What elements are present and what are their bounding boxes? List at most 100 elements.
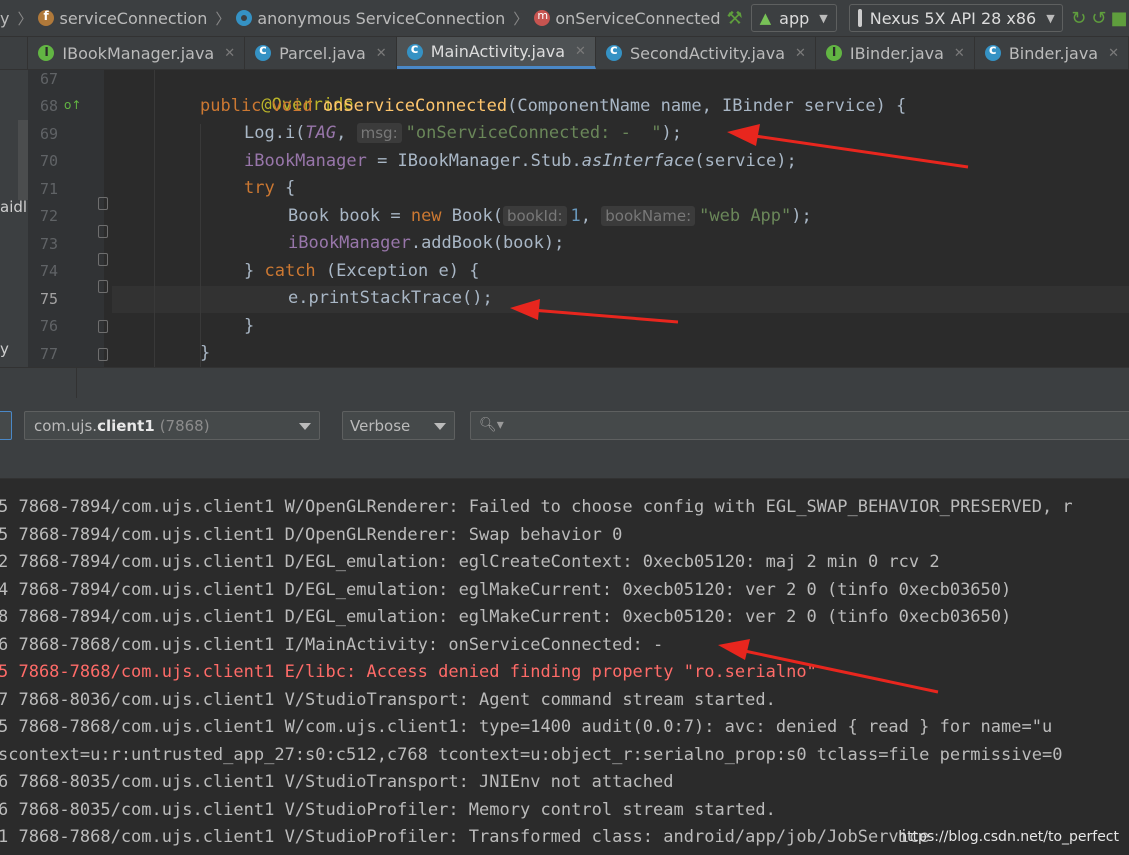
code-token: iBookManager bbox=[288, 233, 411, 253]
code-line-74: } catch (Exception e) { bbox=[244, 258, 479, 285]
code-token: "web App" bbox=[699, 206, 792, 226]
breadcrumb-label: serviceConnection bbox=[59, 8, 208, 28]
code-token: ); bbox=[791, 206, 812, 226]
process-pid: (7868) bbox=[159, 416, 210, 435]
apply-code-changes-icon[interactable]: ↺ bbox=[1089, 5, 1109, 31]
code-line-67: @Override bbox=[200, 65, 353, 115]
code-line-76: } bbox=[244, 313, 254, 340]
breadcrumb-item-method[interactable]: onServiceConnected bbox=[534, 8, 721, 28]
run-configuration-dropdown[interactable]: ▲ app ▼ bbox=[750, 4, 837, 32]
code-text-area[interactable]: @Override public void onServiceConnected… bbox=[104, 70, 1129, 367]
log-level-label: Verbose bbox=[350, 416, 411, 435]
build-hammer-icon[interactable]: ⚒ bbox=[725, 5, 745, 31]
code-token: .addBook(book); bbox=[410, 233, 565, 253]
tab-binder[interactable]: Binder.java ✕ bbox=[975, 37, 1129, 69]
logcat-output[interactable]: 5 7868-7894/com.ujs.client1 W/OpenGLRend… bbox=[0, 479, 1129, 855]
code-token: void bbox=[271, 96, 313, 116]
log-line: 4 7868-7894/com.ujs.client1 D/EGL_emulat… bbox=[0, 580, 1012, 600]
code-line-73: iBookManager.addBook(book); bbox=[288, 230, 564, 257]
process-package-name: client1 bbox=[97, 416, 155, 435]
apply-changes-restart-icon[interactable]: ↻ bbox=[1069, 5, 1089, 31]
tab-label: Binder.java bbox=[1008, 43, 1099, 63]
code-token: } bbox=[244, 316, 255, 336]
line-number: 76 bbox=[39, 317, 58, 335]
watermark: https://blog.csdn.net/to_perfect bbox=[898, 829, 1119, 845]
line-number: 77 bbox=[39, 345, 58, 363]
logcat-search-input[interactable]: 🔍︎▾ bbox=[470, 411, 1129, 440]
close-icon[interactable]: ✕ bbox=[954, 46, 965, 61]
code-token: new bbox=[410, 206, 442, 226]
tab-ibinder[interactable]: IBinder.java ✕ bbox=[816, 37, 975, 69]
breadcrumb-item-class[interactable]: y bbox=[0, 9, 9, 28]
line-number: 71 bbox=[39, 180, 58, 198]
editor-tab-bar: IBookManager.java ✕ Parcel.java ✕ MainAc… bbox=[0, 37, 1129, 70]
process-selector[interactable]: com.ujs. client1 (7868) bbox=[24, 411, 320, 440]
close-icon[interactable]: ✕ bbox=[575, 44, 586, 59]
line-number: 72 bbox=[39, 207, 58, 225]
class-icon bbox=[605, 43, 622, 61]
code-token: "onServiceConnected: - " bbox=[405, 123, 662, 143]
log-line-error: 5 7868-7868/com.ujs.client1 E/libc: Acce… bbox=[0, 662, 817, 682]
code-token: asInterface bbox=[581, 151, 695, 171]
logcat-tool-window-header bbox=[0, 367, 1129, 398]
code-line-68: public void onServiceConnected(Component… bbox=[200, 93, 906, 120]
line-number: 70 bbox=[39, 152, 58, 170]
project-tree-label: y bbox=[0, 340, 9, 358]
close-icon[interactable]: ✕ bbox=[376, 46, 387, 61]
close-icon[interactable]: ✕ bbox=[1108, 46, 1119, 61]
tab-label: MainActivity.java bbox=[430, 42, 566, 61]
tab-label: IBookManager.java bbox=[62, 43, 215, 63]
run-configuration-label: app bbox=[779, 8, 810, 28]
close-icon[interactable]: ✕ bbox=[795, 46, 806, 61]
interface-icon bbox=[825, 45, 842, 61]
code-token: catch bbox=[264, 261, 316, 281]
log-line: 5 7868-7894/com.ujs.client1 D/OpenGLRend… bbox=[0, 525, 623, 545]
code-token: TAG bbox=[305, 123, 337, 143]
log-line: scontext=u:r:untrusted_app_27:s0:c512,c7… bbox=[0, 745, 1063, 765]
chevron-right-icon: 〉 bbox=[215, 9, 231, 28]
project-panel-scrollbar[interactable] bbox=[18, 120, 28, 200]
code-token: = IBookManager.Stub. bbox=[366, 151, 582, 171]
search-icon: 🔍︎▾ bbox=[479, 417, 504, 433]
breadcrumb-label: y bbox=[0, 8, 10, 28]
code-editor[interactable]: aidl y 67 68 69 70 71 72 73 74 75 76 77 … bbox=[0, 70, 1129, 367]
code-token: , bbox=[336, 123, 357, 143]
line-number: 74 bbox=[39, 262, 58, 280]
code-line-72: Book book = new Book(bookId: 1, bookName:… bbox=[288, 203, 812, 230]
code-token: public bbox=[200, 96, 262, 116]
code-token: ); bbox=[661, 123, 682, 143]
code-line-77: } bbox=[200, 340, 210, 367]
line-number: 67 bbox=[39, 70, 58, 88]
log-line: 5 7868-7868/com.ujs.client1 W/com.ujs.cl… bbox=[0, 717, 1053, 737]
line-number-current: 75 bbox=[39, 290, 58, 308]
parameter-hint: msg: bbox=[356, 123, 402, 143]
log-level-selector[interactable]: Verbose bbox=[342, 411, 455, 440]
anonymous-class-icon bbox=[236, 10, 253, 26]
debug-icon[interactable]: ■ bbox=[1109, 5, 1129, 31]
breadcrumb-item-anonymous-class[interactable]: anonymous ServiceConnection bbox=[236, 9, 505, 28]
code-token: , bbox=[580, 206, 602, 226]
line-number-gutter[interactable]: 67 68 69 70 71 72 73 74 75 76 77 o↑ bbox=[28, 70, 108, 367]
tab-secondactivity[interactable]: SecondActivity.java ✕ bbox=[596, 37, 816, 69]
project-panel-edge[interactable]: aidl y bbox=[0, 70, 28, 367]
code-token: (ComponentName name, IBinder service) { bbox=[507, 96, 907, 116]
device-selector[interactable] bbox=[0, 411, 12, 440]
breadcrumb-label: onServiceConnected bbox=[555, 8, 721, 28]
code-token: Book book = bbox=[288, 206, 411, 226]
parameter-hint: bookName: bbox=[601, 206, 696, 226]
method-icon bbox=[534, 9, 551, 26]
indent-guide bbox=[154, 70, 155, 367]
code-token: { bbox=[274, 178, 296, 198]
close-icon[interactable]: ✕ bbox=[224, 46, 235, 61]
code-token: (service); bbox=[694, 151, 797, 171]
override-method-icon[interactable]: o↑ bbox=[64, 98, 81, 112]
breadcrumb-item-field[interactable]: serviceConnection bbox=[38, 9, 207, 28]
chevron-right-icon: 〉 bbox=[513, 9, 529, 28]
device-dropdown[interactable]: Nexus 5X API 28 x86 ▼ bbox=[848, 4, 1063, 32]
code-token: e.printStackTrace(); bbox=[288, 288, 493, 308]
log-line: 2 7868-7894/com.ujs.client1 D/EGL_emulat… bbox=[0, 552, 940, 572]
line-number: 73 bbox=[39, 235, 58, 253]
code-token: Log.i( bbox=[244, 123, 306, 143]
tab-mainactivity[interactable]: MainActivity.java ✕ bbox=[396, 37, 596, 69]
log-line: 6 7868-8035/com.ujs.client1 V/StudioTran… bbox=[0, 772, 674, 792]
